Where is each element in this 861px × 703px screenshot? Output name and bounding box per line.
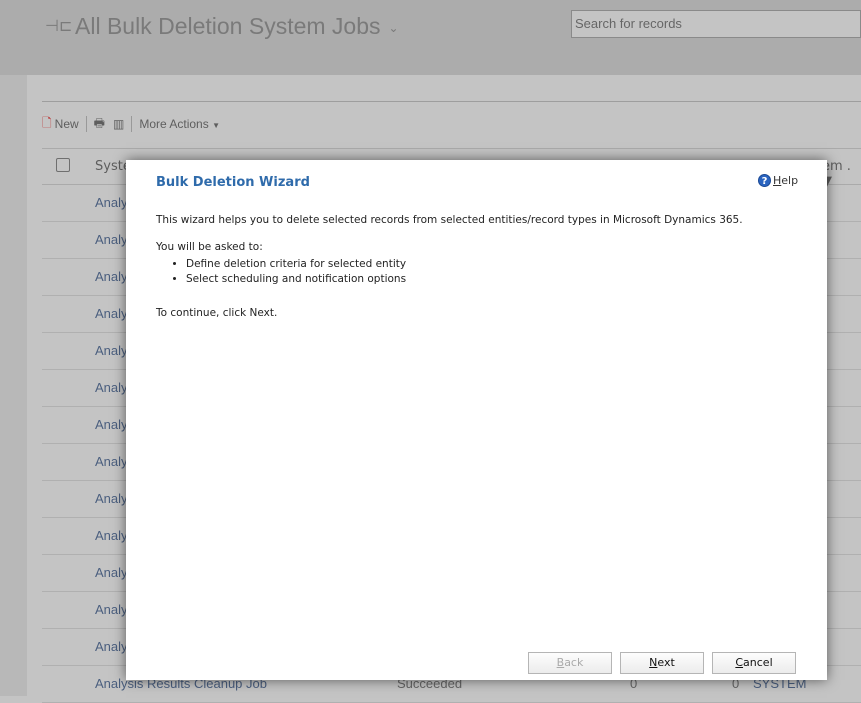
row-name-link[interactable]: Analy: [95, 195, 128, 210]
next-button[interactable]: Next: [620, 652, 704, 674]
dialog-body: This wizard helps you to delete selected…: [156, 213, 796, 321]
print-icon[interactable]: 🖶: [94, 114, 105, 135]
search-input[interactable]: Search for records: [571, 10, 861, 38]
divider: [42, 101, 861, 102]
row-name-link[interactable]: Analy: [95, 491, 128, 506]
back-button[interactable]: Back: [528, 652, 612, 674]
step-item: Select scheduling and notification optio…: [186, 272, 796, 287]
steps-list: Define deletion criteria for selected en…: [186, 257, 796, 287]
row-name-link[interactable]: Analy: [95, 306, 128, 321]
row-name-link[interactable]: Analy: [95, 232, 128, 247]
divider: [131, 116, 133, 132]
chevron-down-icon: ⌄: [388, 20, 399, 35]
view-selector[interactable]: All Bulk Deletion System Jobs ⌄: [75, 13, 399, 40]
row-name-link[interactable]: Analy: [95, 343, 128, 358]
row-name-link[interactable]: Analy: [95, 380, 128, 395]
row-name-link[interactable]: Analy: [95, 454, 128, 469]
select-all-checkbox[interactable]: [56, 158, 70, 172]
toolbar: 🗋 New 🖶 ▥ More Actions ▼: [42, 114, 220, 134]
new-button[interactable]: New: [55, 117, 79, 131]
caret-down-icon: ▼: [212, 121, 220, 130]
left-strip: [0, 75, 27, 696]
help-icon: ?: [758, 174, 771, 187]
intro-text: This wizard helps you to delete selected…: [156, 214, 743, 226]
bulk-deletion-wizard-dialog: Bulk Deletion Wizard ? Help This wizard h…: [126, 160, 827, 680]
divider: [85, 116, 87, 132]
cancel-button[interactable]: Cancel: [712, 652, 796, 674]
more-actions-label: More Actions: [139, 117, 209, 131]
pin-icon[interactable]: ⊣⊏: [45, 16, 72, 35]
row-name-link[interactable]: Analy: [95, 528, 128, 543]
help-label: Help: [773, 174, 799, 187]
dialog-title: Bulk Deletion Wizard: [156, 175, 310, 190]
continue-text: To continue, click Next.: [156, 307, 278, 319]
new-icon[interactable]: 🗋: [42, 114, 52, 135]
page-title: All Bulk Deletion System Jobs: [75, 13, 381, 39]
help-link[interactable]: ? Help: [758, 174, 798, 187]
more-actions-button[interactable]: More Actions ▼: [139, 117, 220, 131]
excel-icon[interactable]: ▥: [113, 117, 124, 131]
row-name-link[interactable]: Analy: [95, 417, 128, 432]
row-name-link[interactable]: Analy: [95, 602, 128, 617]
row-name-link[interactable]: Analy: [95, 269, 128, 284]
step-item: Define deletion criteria for selected en…: [186, 257, 796, 272]
row-name-link[interactable]: Analy: [95, 565, 128, 580]
row-name-link[interactable]: Analy: [95, 639, 128, 654]
asked-text: You will be asked to:: [156, 241, 263, 253]
